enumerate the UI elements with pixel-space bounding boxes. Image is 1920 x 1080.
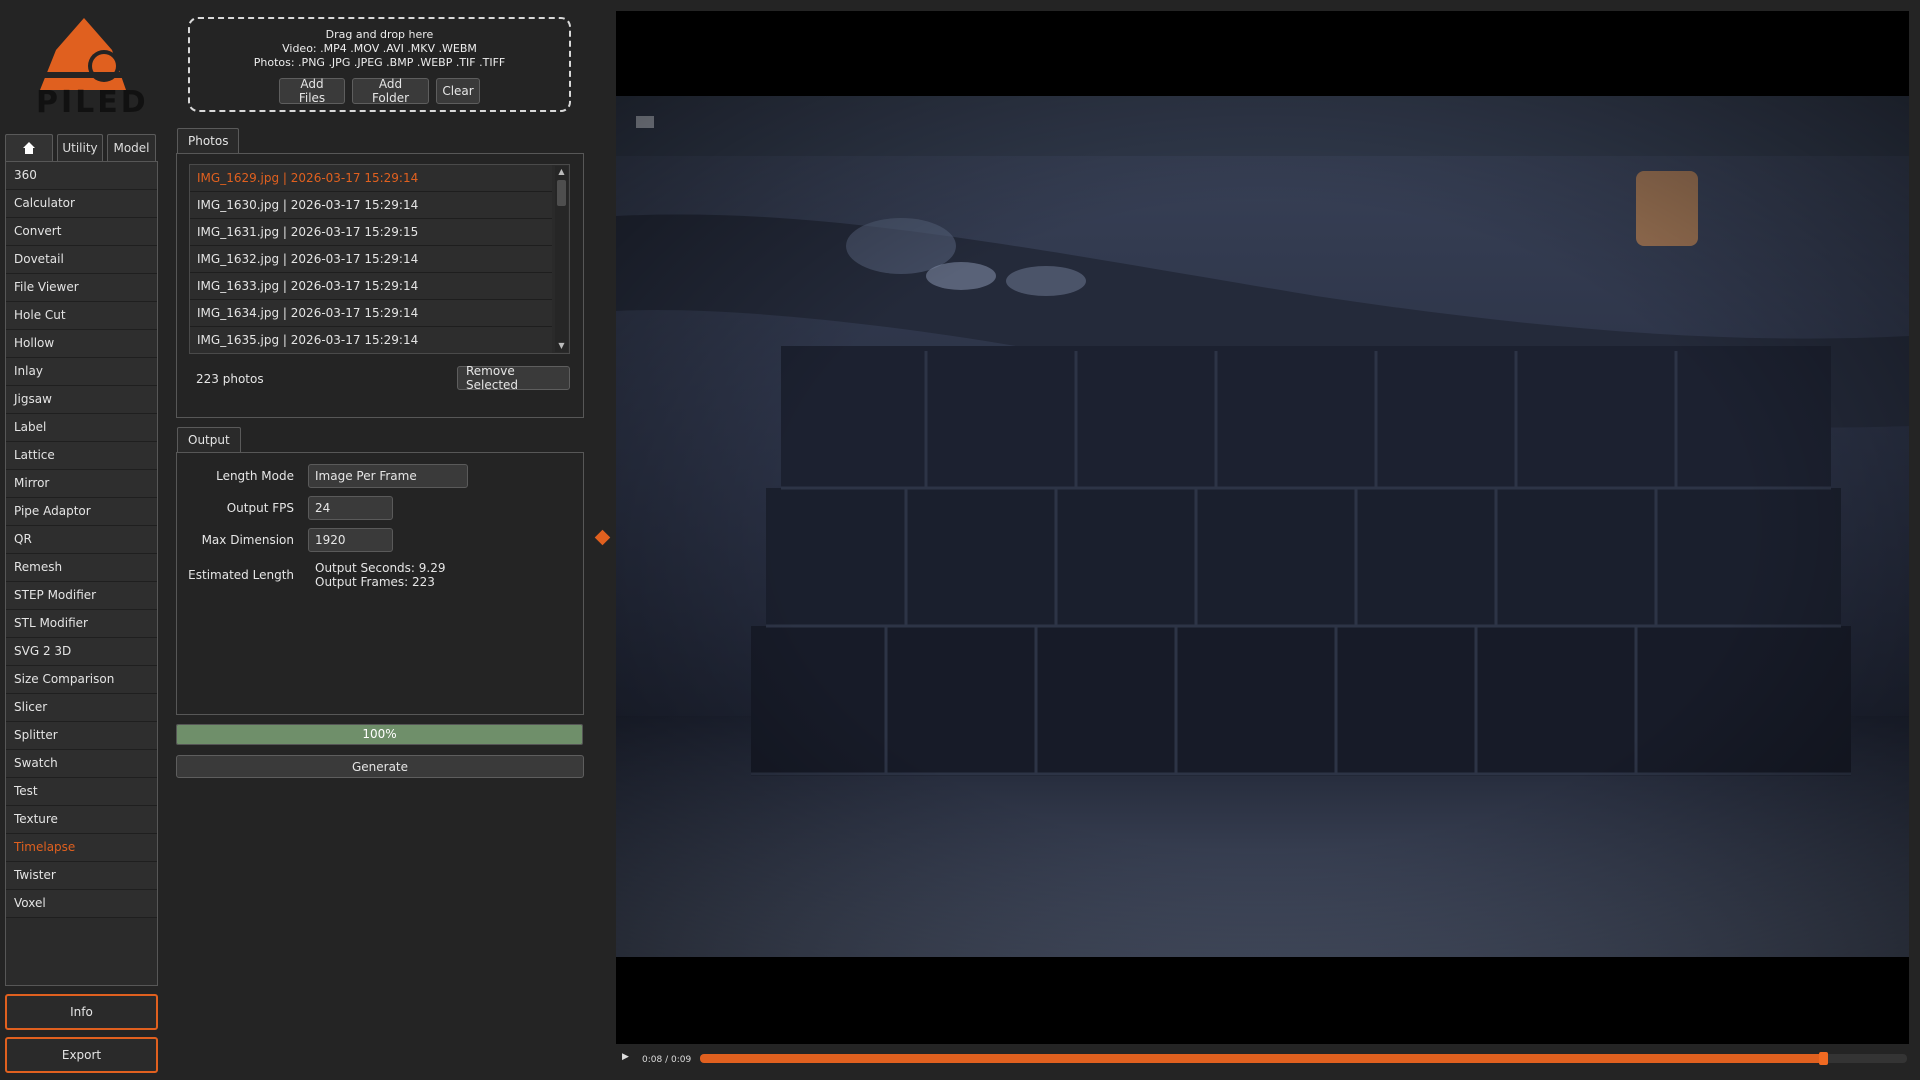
home-icon bbox=[23, 142, 35, 154]
tab-home[interactable] bbox=[5, 134, 53, 161]
sidebar-item[interactable]: Pipe Adaptor bbox=[6, 498, 157, 526]
info-button[interactable]: Info bbox=[5, 994, 158, 1030]
max-dimension-field[interactable]: 1920 bbox=[308, 528, 393, 552]
photo-list-item[interactable]: IMG_1629.jpg | 2026-03-17 15:29:14 bbox=[190, 165, 552, 192]
sidebar-item[interactable]: SVG 2 3D bbox=[6, 638, 157, 666]
photo-list-item[interactable]: IMG_1633.jpg | 2026-03-17 15:29:14 bbox=[190, 273, 552, 300]
length-mode-select[interactable]: Image Per Frame bbox=[308, 464, 468, 488]
sidebar-item[interactable]: Slicer bbox=[6, 694, 157, 722]
length-mode-label: Length Mode bbox=[216, 469, 294, 483]
sidebar-item[interactable]: Size Comparison bbox=[6, 666, 157, 694]
remove-selected-button[interactable]: Remove Selected bbox=[457, 364, 570, 392]
clear-button[interactable]: Clear bbox=[436, 78, 480, 104]
add-files-button[interactable]: Add Files bbox=[279, 77, 345, 105]
progress-bar: 100% bbox=[176, 724, 583, 745]
tab-utility[interactable]: Utility bbox=[57, 134, 103, 161]
sidebar-item[interactable]: Convert bbox=[6, 218, 157, 246]
estimated-length-label: Estimated Length bbox=[188, 568, 294, 582]
max-dimension-label: Max Dimension bbox=[201, 533, 294, 547]
sidebar-item[interactable]: Label bbox=[6, 414, 157, 442]
sidebar-item[interactable]: Swatch bbox=[6, 750, 157, 778]
sidebar-item[interactable]: Jigsaw bbox=[6, 386, 157, 414]
generate-button[interactable]: Generate bbox=[176, 755, 584, 778]
photo-list-item[interactable]: IMG_1631.jpg | 2026-03-17 15:29:15 bbox=[190, 219, 552, 246]
video-types: Video: .MP4 .MOV .AVI .MKV .WEBM bbox=[282, 42, 477, 55]
output-frames: Output Frames: 223 bbox=[315, 575, 435, 589]
sidebar-item[interactable]: Splitter bbox=[6, 722, 157, 750]
splitter-handle[interactable] bbox=[594, 529, 611, 546]
seek-fill bbox=[700, 1054, 1823, 1063]
sidebar-item[interactable]: Timelapse bbox=[6, 834, 157, 862]
export-button[interactable]: Export bbox=[5, 1037, 158, 1073]
sidebar-item[interactable]: Test bbox=[6, 778, 157, 806]
seek-bar[interactable] bbox=[700, 1052, 1907, 1065]
photo-rows: IMG_1629.jpg | 2026-03-17 15:29:14 IMG_16… bbox=[190, 165, 569, 353]
output-seconds: Output Seconds: 9.29 bbox=[315, 561, 446, 575]
sidebar-item[interactable]: Twister bbox=[6, 862, 157, 890]
sidebar-item[interactable]: Voxel bbox=[6, 890, 157, 918]
photo-types: Photos: .PNG .JPG .JPEG .BMP .WEBP .TIF … bbox=[253, 56, 506, 69]
video-frame-picture bbox=[616, 96, 1909, 957]
fps-field[interactable]: 24 bbox=[308, 496, 393, 520]
seek-handle[interactable] bbox=[1818, 1052, 1828, 1065]
photo-count: 223 photos bbox=[196, 372, 264, 386]
photo-list-item[interactable]: IMG_1635.jpg | 2026-03-17 15:29:14 bbox=[190, 327, 552, 353]
fps-label: Output FPS bbox=[226, 501, 294, 515]
add-folder-button[interactable]: Add Folder bbox=[352, 77, 429, 105]
sidebar-item[interactable]: File Viewer bbox=[6, 274, 157, 302]
sidebar-item[interactable]: Calculator bbox=[6, 190, 157, 218]
photo-list: IMG_1629.jpg | 2026-03-17 15:29:14 IMG_16… bbox=[189, 164, 570, 354]
sidebar-item[interactable]: Inlay bbox=[6, 358, 157, 386]
tab-output[interactable]: Output bbox=[177, 427, 241, 452]
photo-list-item[interactable]: IMG_1634.jpg | 2026-03-17 15:29:14 bbox=[190, 300, 552, 327]
sidebar-item[interactable]: Lattice bbox=[6, 442, 157, 470]
play-icon[interactable]: ▶ bbox=[622, 1052, 629, 1062]
time-display: 0:08 / 0:09 bbox=[642, 1055, 692, 1065]
photo-list-scrollbar[interactable]: ▲ ▼ bbox=[555, 166, 568, 352]
sidebar-item[interactable]: QR bbox=[6, 526, 157, 554]
photo-list-item[interactable]: IMG_1632.jpg | 2026-03-17 15:29:14 bbox=[190, 246, 552, 273]
output-panel: Length Mode Image Per Frame Output FPS 2… bbox=[176, 452, 584, 715]
sidebar-item[interactable]: 360 bbox=[6, 162, 157, 190]
estimated-length-values: Output Seconds: 9.29 Output Frames: 223 bbox=[315, 561, 446, 589]
video-frame-image bbox=[616, 96, 1909, 957]
scrollbar-thumb[interactable] bbox=[557, 180, 566, 206]
sidebar-item[interactable]: Texture bbox=[6, 806, 157, 834]
tab-model[interactable]: Model bbox=[107, 134, 156, 161]
sidebar-item[interactable]: Hollow bbox=[6, 330, 157, 358]
scroll-down-icon[interactable]: ▼ bbox=[555, 340, 568, 352]
sidebar-item[interactable]: Mirror bbox=[6, 470, 157, 498]
sidebar-item[interactable]: Dovetail bbox=[6, 246, 157, 274]
drop-zone-buttons: Add Files Add Folder Clear bbox=[190, 77, 569, 105]
logo-mark bbox=[34, 18, 134, 90]
photo-list-item[interactable]: IMG_1630.jpg | 2026-03-17 15:29:14 bbox=[190, 192, 552, 219]
sidebar-item[interactable]: STL Modifier bbox=[6, 610, 157, 638]
tab-photos[interactable]: Photos bbox=[177, 128, 240, 153]
scroll-up-icon[interactable]: ▲ bbox=[555, 166, 568, 178]
sidebar-item[interactable]: Hole Cut bbox=[6, 302, 157, 330]
drop-zone[interactable]: Drag and drop here Video: .MP4 .MOV .AVI… bbox=[188, 17, 571, 112]
sidebar-item[interactable]: Remesh bbox=[6, 554, 157, 582]
logo-text: PILED bbox=[36, 85, 149, 120]
tool-list: 360 Calculator Convert Dovetail File Viewer H… bbox=[5, 161, 158, 986]
drop-zone-title: Drag and drop here bbox=[325, 28, 434, 41]
sidebar-item[interactable]: STEP Modifier bbox=[6, 582, 157, 610]
category-tabs: Utility Model bbox=[5, 134, 156, 162]
progress-text: 100% bbox=[362, 727, 397, 741]
photos-panel: IMG_1629.jpg | 2026-03-17 15:29:14 IMG_16… bbox=[176, 153, 584, 418]
